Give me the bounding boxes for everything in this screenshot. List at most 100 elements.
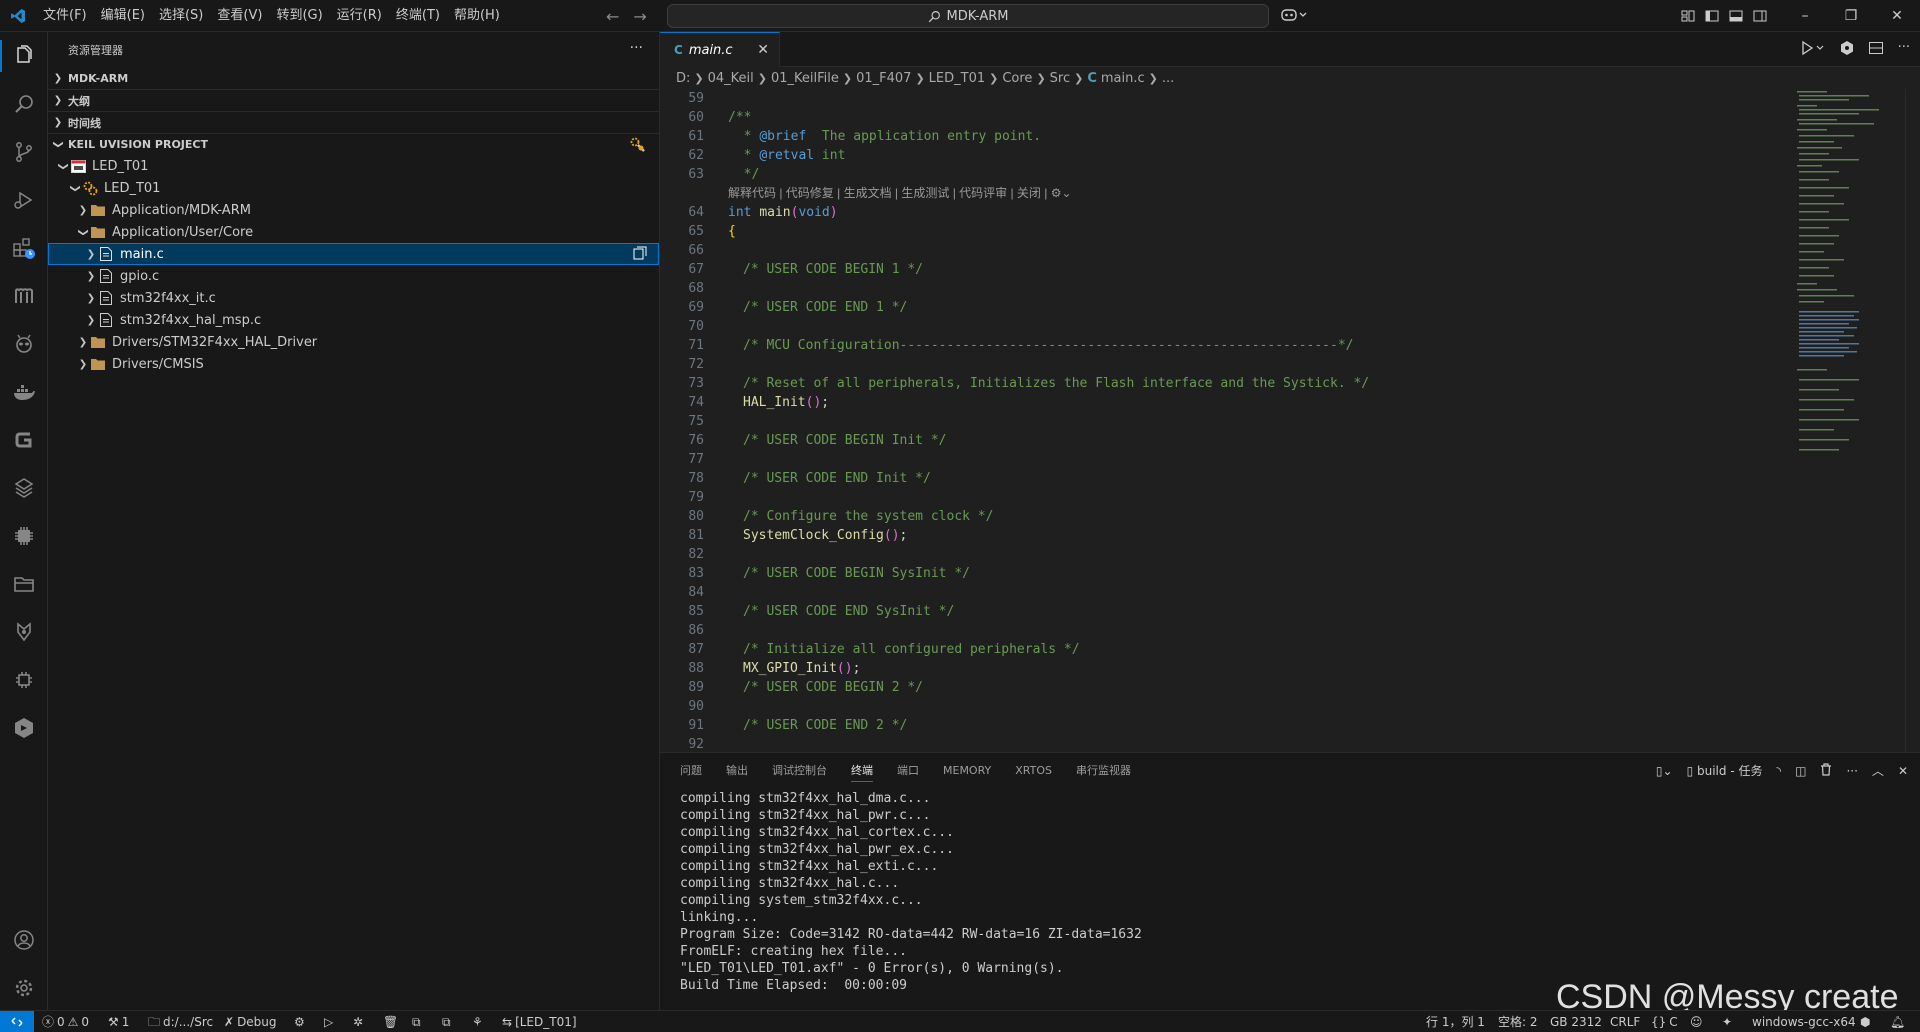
new-terminal-dropdown-icon[interactable]: ▯⌄ (1656, 764, 1673, 778)
extensions-icon[interactable] (0, 224, 48, 272)
accounts-icon[interactable] (0, 916, 48, 964)
tab-ports[interactable]: 端口 (897, 753, 919, 788)
tree-group-cmsis[interactable]: ❯ Drivers/CMSIS (48, 353, 659, 375)
ports-status[interactable]: ⚒ 1 (108, 1011, 129, 1032)
back-arrow-icon[interactable]: ← (606, 7, 619, 26)
breadcrumb-item[interactable]: Core (1002, 71, 1032, 86)
tree-file-hal-msp-c[interactable]: ❯ stm32f4xx_hal_msp.c (48, 309, 659, 331)
more-actions-icon[interactable]: ··· (1898, 40, 1910, 60)
more-actions-icon[interactable]: ··· (630, 40, 643, 56)
alien-extension-icon[interactable] (0, 320, 48, 368)
command-center-search[interactable]: MDK-ARM (667, 4, 1269, 28)
search-icon[interactable] (0, 80, 48, 128)
tab-xrtos[interactable]: XRTOS (1015, 753, 1052, 788)
notifications-bell-icon[interactable]: 🔔︎ (1890, 1011, 1905, 1032)
forward-arrow-icon[interactable]: → (633, 7, 646, 26)
platform-status-icon[interactable]: ✦ (1722, 1011, 1732, 1032)
breadcrumb-item[interactable]: ... (1162, 71, 1174, 86)
tab-memory[interactable]: MEMORY (943, 753, 991, 788)
rebuild-icon[interactable]: ⧉ (442, 1011, 451, 1032)
minimap[interactable] (1795, 89, 1885, 459)
run-icon[interactable]: ▷ (324, 1011, 333, 1032)
menu-run[interactable]: 运行(R) (330, 0, 389, 32)
embedded-peripherals-icon[interactable] (0, 656, 48, 704)
tree-target-led-t01[interactable]: ❯ LED_T01 (48, 177, 659, 199)
maximize-panel-icon[interactable]: ︿ (1872, 762, 1884, 779)
breadcrumb-item[interactable]: Src (1050, 71, 1070, 86)
section-outline[interactable]: ❯ 大纲 (48, 89, 659, 111)
trash-icon[interactable] (1820, 762, 1832, 779)
tab-output[interactable]: 输出 (726, 753, 748, 788)
run-debug-icon[interactable] (0, 176, 48, 224)
split-editor-icon[interactable] (1868, 40, 1884, 60)
breadcrumb-item[interactable]: 01_KeilFile (771, 71, 839, 86)
debug-bug-icon[interactable]: ✲ (353, 1011, 363, 1032)
encoding-status[interactable]: GB 2312 (1550, 1011, 1602, 1032)
close-window-button[interactable]: ✕ (1874, 0, 1920, 32)
menu-view[interactable]: 查看(V) (210, 0, 269, 32)
terminal-output[interactable]: compiling stm32f4xx_hal_dma.c... compili… (680, 790, 1142, 994)
open-file-icon[interactable] (633, 246, 647, 264)
explorer-icon[interactable] (0, 32, 48, 80)
build-settings-icon[interactable] (629, 136, 647, 157)
menu-help[interactable]: 帮助(H) (447, 0, 507, 32)
tree-group-hal-driver[interactable]: ❯ Drivers/STM32F4xx_HAL_Driver (48, 331, 659, 353)
flash-icon[interactable]: ⧉ (412, 1011, 421, 1032)
more-actions-icon[interactable]: ··· (1846, 764, 1857, 778)
menu-terminal[interactable]: 终端(T) (389, 0, 447, 32)
breadcrumb-item[interactable]: LED_T01 (929, 71, 985, 86)
gitlens-icon[interactable] (0, 416, 48, 464)
menu-file[interactable]: 文件(F) (36, 0, 94, 32)
task-terminal-item[interactable]: ▯ build - 任务 (1687, 762, 1763, 779)
tab-terminal[interactable]: 终端 (851, 753, 873, 788)
cursor-position[interactable]: 行 1，列 1 (1426, 1011, 1485, 1032)
tab-debug-console[interactable]: 调试控制台 (772, 753, 827, 788)
mdk-extension-icon[interactable] (0, 272, 48, 320)
indentation-status[interactable]: 空格: 2 (1498, 1011, 1538, 1032)
tree-file-gpio-c[interactable]: ❯ gpio.c (48, 265, 659, 287)
remote-explorer-icon[interactable] (0, 464, 48, 512)
code-editor[interactable]: 59 60 /** 61 * @brief The application ent… (660, 89, 1920, 752)
language-status[interactable]: {} C (1651, 1011, 1678, 1032)
section-keil-project[interactable]: ❯ KEIL UVISION PROJECT (48, 133, 659, 155)
settings-hexagon-icon[interactable] (1840, 40, 1854, 60)
codelens-settings-icon[interactable]: ⚙︎⌄ (1051, 186, 1072, 200)
tree-project-led-t01[interactable]: ❯ LED_T01 (48, 155, 659, 177)
build-gear-icon[interactable]: ⚙ (294, 1011, 305, 1032)
tab-serial-monitor[interactable]: 串行监视器 (1076, 753, 1131, 788)
tab-problems[interactable]: 问题 (680, 753, 702, 788)
breadcrumb-item[interactable]: 04_Keil (708, 71, 754, 86)
section-mdk-arm[interactable]: ❯ MDK-ARM (48, 67, 659, 89)
folder-manager-icon[interactable] (0, 560, 48, 608)
settings-hexagon-icon[interactable]: ⬢ (1860, 1011, 1870, 1032)
codelens-actions[interactable]: 解释代码 | 代码修复 | 生成文档 | 生成测试 | 代码评审 | 关闭 | (728, 186, 1051, 200)
customize-layout-icon[interactable] (1680, 8, 1696, 24)
section-timeline[interactable]: ❯ 时间线 (48, 111, 659, 133)
hexagon-extension-icon[interactable] (0, 704, 48, 752)
tree-file-main-c[interactable]: ❯ main.c (48, 243, 659, 265)
chip-icon[interactable] (0, 512, 48, 560)
target-status[interactable]: ⇆ [LED_T01] (502, 1011, 577, 1032)
toolchain-status[interactable]: windows-gcc-x64 (1752, 1011, 1856, 1032)
tab-main-c[interactable]: C main.c ✕ (660, 32, 780, 67)
eol-status[interactable]: CRLF (1610, 1011, 1640, 1032)
tree-file-stm32f4xx-it-c[interactable]: ❯ stm32f4xx_it.c (48, 287, 659, 309)
menu-go[interactable]: 转到(G) (269, 0, 329, 32)
menu-edit[interactable]: 编辑(E) (94, 0, 152, 32)
maximize-button[interactable]: ❐ (1828, 0, 1874, 32)
breadcrumb-item[interactable]: main.c (1101, 71, 1145, 86)
download-icon[interactable]: ⚘ (472, 1011, 483, 1032)
ai-codelens[interactable]: 解释代码 | 代码修复 | 生成文档 | 生成测试 | 代码评审 | 关闭 | … (728, 184, 1072, 203)
minimize-button[interactable]: – (1782, 0, 1828, 32)
run-dropdown-icon[interactable] (1800, 40, 1826, 60)
editor-scrollbar[interactable] (1905, 89, 1919, 752)
toggle-primary-sidebar-icon[interactable] (1704, 8, 1720, 24)
folder-status[interactable]: 🗀 d:/.../Src (148, 1011, 213, 1032)
breadcrumb-item[interactable]: D: (676, 71, 690, 86)
source-control-icon[interactable] (0, 128, 48, 176)
split-terminal-icon[interactable]: ◫ (1795, 764, 1806, 778)
manage-gear-icon[interactable] (0, 964, 48, 1012)
menu-selection[interactable]: 选择(S) (152, 0, 210, 32)
tree-group-mdk-arm[interactable]: ❯ Application/MDK-ARM (48, 199, 659, 221)
build-type-status[interactable]: ✗ Debug (224, 1011, 277, 1032)
